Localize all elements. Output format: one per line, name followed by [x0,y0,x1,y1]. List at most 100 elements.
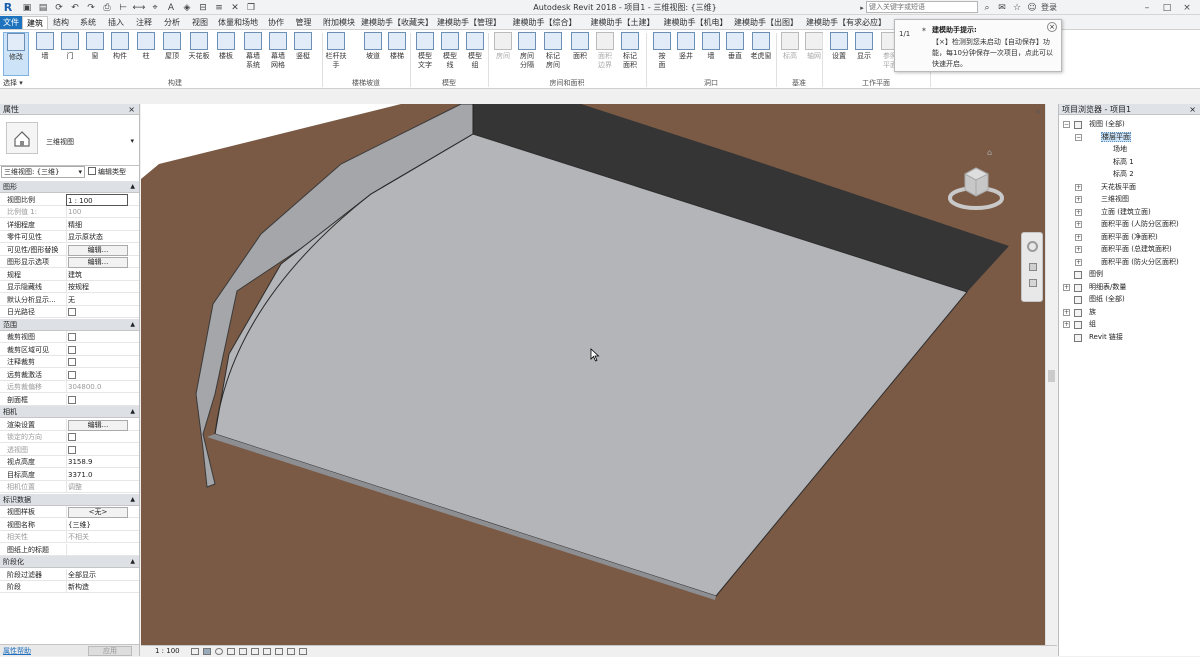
collapse-tree-icon[interactable]: − [1063,121,1070,128]
property-value[interactable]: 编辑... [66,243,128,256]
ribbon-curtain-system-button[interactable]: 幕墙 系统 [240,32,266,70]
property-value[interactable]: 调整 [66,481,128,493]
maximize-icon[interactable]: □ [1158,1,1176,14]
tab-5[interactable]: 注释 [130,16,158,29]
browser-item[interactable]: 场地 [1087,144,1127,155]
collapse-icon[interactable]: ▲ [130,319,135,331]
ribbon-railing-button[interactable]: 栏杆扶手 [323,32,349,70]
expand-icon[interactable]: + [1063,321,1070,328]
ribbon-column-button[interactable]: 柱 [133,32,159,61]
property-checkbox[interactable] [68,308,76,316]
switch-windows-icon[interactable]: ❐ [244,1,258,14]
thin-lines-icon[interactable]: ≡ [212,1,226,14]
property-value[interactable] [66,443,128,456]
tooltip-close-icon[interactable]: × [1047,22,1057,32]
tab-2[interactable]: 结构 [48,16,74,29]
zoom-icon[interactable] [1029,263,1037,271]
property-edit-button[interactable]: 编辑... [68,419,128,431]
browser-item[interactable]: + 天花板平面 [1075,182,1136,193]
favorites-icon[interactable]: ☆ [1011,1,1023,14]
close-hidden-icon[interactable]: ✕ [228,1,242,14]
browser-item[interactable]: + 明细表/数量 [1063,282,1126,293]
browser-item[interactable]: 图纸 (全部) [1063,294,1125,305]
expand-icon[interactable]: + [1075,196,1082,203]
scrollbar-thumb[interactable] [1048,370,1055,382]
property-checkbox[interactable] [68,445,76,454]
property-value[interactable]: 3371.0 [66,468,128,481]
property-value[interactable] [66,306,128,318]
property-checkbox[interactable] [68,395,76,404]
tab-13[interactable]: 建模助手【管理】 [433,16,505,29]
ribbon-set-workplane-button[interactable]: 设置 [826,32,852,61]
model-canvas[interactable] [141,104,1057,645]
property-value[interactable]: 1 : 100 [66,193,128,206]
viewport-close-icon[interactable]: × [1035,108,1043,116]
close-browser-icon[interactable]: × [1189,104,1196,115]
property-value[interactable]: 精细 [66,218,128,231]
vertical-scrollbar[interactable] [1045,104,1057,645]
subscription-icon[interactable]: ✉ [996,1,1008,14]
section-icon[interactable]: ⊟ [196,1,210,14]
zoom-region-icon[interactable] [1029,279,1037,287]
property-section[interactable]: 范围 ▲ [0,318,139,331]
property-value[interactable]: 编辑... [66,256,128,268]
tab-17[interactable]: 建模助手【出图】 [730,16,802,29]
tab-18[interactable]: 建模助手【有求必应】 [802,16,890,29]
undo-icon[interactable]: ↶ [68,1,82,14]
navigation-bar[interactable] [1021,232,1043,302]
browser-item[interactable]: + 面积平面 (防火分区面积) [1075,257,1179,268]
search-arrow-icon[interactable]: ▸ [858,1,866,14]
collapse-icon[interactable]: ▲ [130,406,135,418]
property-edit-button[interactable]: 编辑... [68,244,128,256]
property-value[interactable]: 3158.9 [66,456,128,468]
ribbon-ramp-button[interactable]: 坡道 [360,32,386,61]
crop-view-icon[interactable] [251,648,259,655]
ribbon-window-button[interactable]: 窗 [82,32,108,61]
ribbon-curtain-grid-button[interactable]: 幕墙 网格 [265,32,291,70]
browser-item[interactable]: 标高 1 [1087,157,1134,168]
ribbon-stair-button[interactable]: 楼梯 [384,32,410,61]
browser-item[interactable]: + 组 [1063,319,1096,330]
property-value[interactable]: 建筑 [66,268,128,281]
browser-item[interactable]: 图例 [1063,269,1103,280]
ribbon-model-text-button[interactable]: 模型 文字 [412,32,438,70]
close-panel-icon[interactable]: × [128,104,135,115]
binoculars-icon[interactable]: ⌕ [981,1,993,14]
3d-viewport[interactable]: ⌂ × [141,104,1057,645]
revit-logo-icon[interactable]: R [2,1,14,14]
browser-item[interactable]: 标高 2 [1087,169,1134,180]
ribbon-room-button[interactable]: 房间 [490,32,516,61]
view-scale[interactable]: 1 : 100 [155,646,180,657]
detail-level-icon[interactable] [191,648,199,655]
expand-icon[interactable]: + [1075,233,1082,241]
ribbon-floor-button[interactable]: 楼板 [213,32,239,61]
tab-4[interactable]: 插入 [102,16,130,29]
open-icon[interactable]: ▣ [20,1,34,14]
ribbon-grid-button[interactable]: 轴网 [801,32,827,61]
ribbon-model-line-button[interactable]: 模型 线 [437,32,463,70]
property-value[interactable]: 100 [66,206,128,218]
property-value[interactable]: 编辑... [66,418,128,431]
property-value[interactable] [66,356,128,368]
lock-view-icon[interactable] [275,648,283,655]
tag-icon[interactable]: ⌖ [148,1,162,14]
ribbon-tag-room-button[interactable]: 标记 房间 [540,32,566,70]
tooltip-body[interactable]: 【×】检测到您未启动【自动保存】功能，每10分钟保存一次项目，点此可以快速开启。 [932,37,1056,70]
property-section[interactable]: 标识数据 ▲ [0,493,139,506]
sync-icon[interactable]: ⟳ [52,1,66,14]
property-value[interactable] [66,343,128,356]
property-edit-button[interactable]: 编辑... [68,257,128,268]
collapse-tree-icon[interactable]: − [1075,133,1082,141]
print-icon[interactable]: ⎙ [100,1,114,14]
property-value[interactable]: 新构造 [66,581,128,593]
ribbon-level-button[interactable]: 标高 [777,32,803,61]
apply-button[interactable]: 应用 [88,646,132,656]
home-view-icon[interactable]: ⌂ [987,148,992,157]
close-window-icon[interactable]: × [1178,1,1196,14]
redo-icon[interactable]: ↷ [84,1,98,14]
browser-item[interactable]: + 面积平面 (净面积) [1075,232,1158,243]
expand-icon[interactable]: + [1075,208,1082,216]
property-checkbox[interactable] [68,333,76,341]
measure-icon[interactable]: ⊢ [116,1,130,14]
ribbon-by-face-button[interactable]: 按 面 [649,32,675,70]
